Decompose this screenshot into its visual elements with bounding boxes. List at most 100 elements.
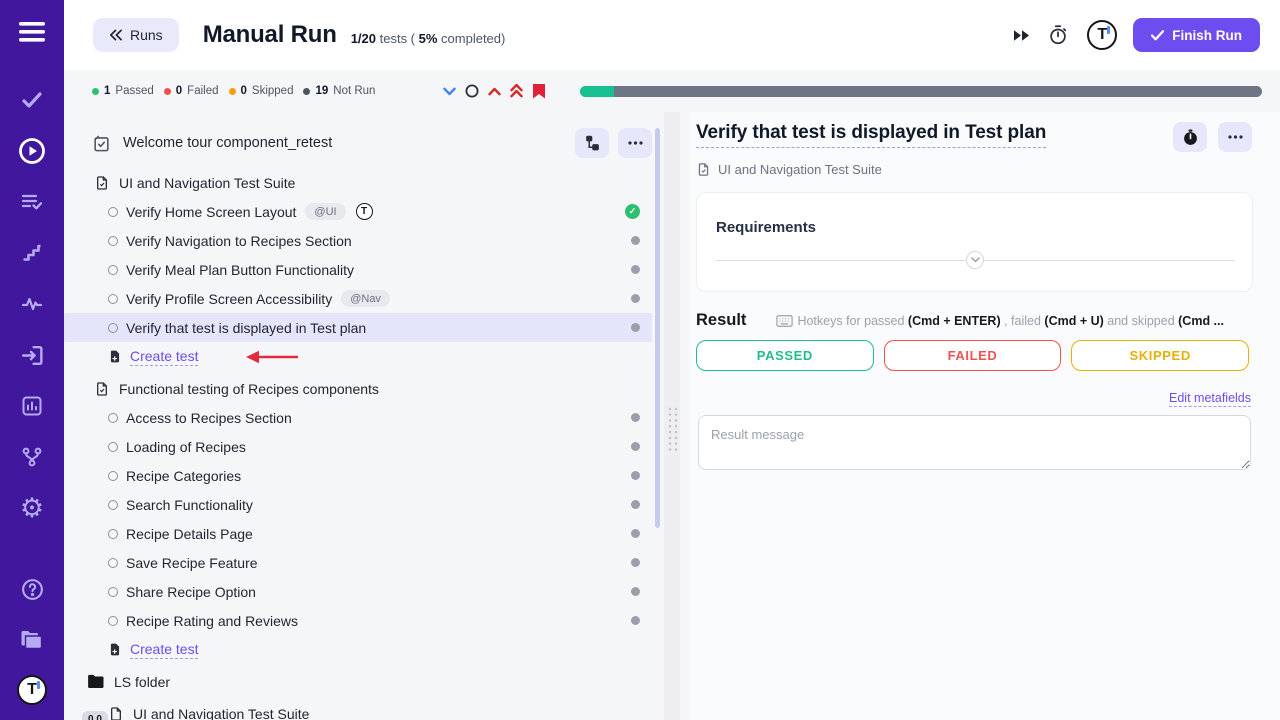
- test-bullet-icon: [108, 558, 118, 568]
- status-passed-icon: ✓: [625, 204, 640, 219]
- tree-test-row[interactable]: Search Functionality: [64, 490, 652, 519]
- red-arrow-annotation: [244, 350, 300, 364]
- tree-row-label: Save Recipe Feature: [126, 555, 258, 571]
- sidebar: ⚙ T: [0, 0, 64, 720]
- analytics-bar-chart-icon[interactable]: [12, 386, 52, 426]
- tree-test-row[interactable]: Access to Recipes Section: [64, 403, 652, 432]
- status-notrun-icon: [631, 587, 640, 596]
- tests-check-icon[interactable]: [12, 80, 52, 120]
- tree-test-row[interactable]: Verify that test is displayed in Test pl…: [64, 313, 652, 342]
- double-chevron-left-icon: [109, 29, 122, 41]
- projects-folder-icon[interactable]: [12, 620, 52, 660]
- test-bullet-icon: [108, 471, 118, 481]
- row-status: [631, 558, 640, 567]
- test-tree-panel: Welcome tour component_retest UI and Nav…: [64, 112, 662, 720]
- tree-suite-row[interactable]: Functional testing of Recipes components: [64, 374, 652, 403]
- timer-icon[interactable]: [1045, 22, 1071, 48]
- fast-forward-icon[interactable]: [1011, 27, 1031, 44]
- passed-summary: 1Passed: [92, 85, 154, 97]
- run-status-bar: 1Passed 0Failed 0Skipped 19Not Run: [64, 70, 1280, 112]
- tree-create-row[interactable]: Create test: [64, 635, 652, 664]
- tree-test-row[interactable]: Verify Home Screen Layout@UIT✓: [64, 197, 652, 226]
- tree-test-row[interactable]: Recipe Details Page: [64, 519, 652, 548]
- row-status: [631, 265, 640, 274]
- import-signin-icon[interactable]: [12, 335, 52, 375]
- circle-priority-icon[interactable]: [465, 84, 479, 98]
- status-notrun-icon: [631, 323, 640, 332]
- double-chevron-up-icon[interactable]: [510, 84, 523, 98]
- tree-suite-row[interactable]: UI and Navigation Test Suite: [64, 168, 652, 197]
- finish-run-label: Finish Run: [1172, 28, 1242, 43]
- tree-row-label: Create test: [130, 641, 198, 659]
- requirements-collapse-toggle[interactable]: [966, 251, 984, 269]
- tree-test-row[interactable]: Loading of Recipes: [64, 432, 652, 461]
- ellipsis-icon: [1228, 135, 1243, 139]
- status-notrun-icon: [631, 529, 640, 538]
- group-by-suite-button[interactable]: [575, 128, 609, 158]
- tree-row-label: Functional testing of Recipes components: [119, 381, 379, 397]
- result-message-input[interactable]: [698, 415, 1251, 470]
- row-status: [631, 323, 640, 332]
- status-notrun-icon: [631, 442, 640, 451]
- hotkeys-hint: Hotkeys for passed (Cmd + ENTER) , faile…: [776, 314, 1224, 328]
- failed-button[interactable]: FAILED: [884, 340, 1062, 371]
- tree-create-row[interactable]: Create test: [64, 342, 652, 371]
- test-bullet-icon: [108, 587, 118, 597]
- tree-folder-row[interactable]: LS folder: [64, 667, 652, 696]
- activity-pulse-icon[interactable]: [12, 284, 52, 324]
- tree-test-row[interactable]: Verify Profile Screen Accessibility @Nav: [64, 284, 652, 313]
- row-status: [631, 529, 640, 538]
- steps-icon[interactable]: [12, 233, 52, 273]
- stopwatch-button[interactable]: [1173, 122, 1207, 152]
- tree-rows: UI and Navigation Test SuiteVerify Home …: [64, 168, 652, 720]
- test-more-options-button[interactable]: [1218, 122, 1252, 152]
- branches-icon[interactable]: [12, 437, 52, 477]
- back-to-runs-button[interactable]: Runs: [93, 18, 179, 52]
- chevron-down-icon[interactable]: [443, 87, 456, 96]
- panel-resize-gutter[interactable]: [664, 112, 680, 720]
- row-status: [631, 471, 640, 480]
- app-logo[interactable]: T: [12, 670, 52, 710]
- tree-row-label: Recipe Categories: [126, 468, 241, 484]
- test-bullet-icon: [108, 323, 118, 333]
- breadcrumb-suite[interactable]: UI and Navigation Test Suite: [718, 162, 882, 177]
- skipped-button[interactable]: SKIPPED: [1071, 340, 1249, 371]
- help-icon[interactable]: [12, 569, 52, 609]
- row-status: [631, 587, 640, 596]
- keyboard-icon: [776, 315, 793, 327]
- finish-run-button[interactable]: Finish Run: [1133, 18, 1260, 52]
- tree-test-row[interactable]: Verify Meal Plan Button Functionality: [64, 255, 652, 284]
- tag-badge[interactable]: @UI: [305, 203, 345, 220]
- runs-button-label: Runs: [130, 27, 163, 43]
- test-title[interactable]: Verify that test is displayed in Test pl…: [696, 122, 1046, 148]
- tree-row-label: Verify Profile Screen Accessibility: [126, 291, 332, 307]
- edit-metafields-link[interactable]: Edit metafields: [1169, 391, 1251, 407]
- check-icon: [1151, 30, 1164, 41]
- menu-icon[interactable]: [12, 12, 52, 52]
- tree-test-row[interactable]: Share Recipe Option: [64, 577, 652, 606]
- tree-test-row[interactable]: Recipe Rating and Reviews: [64, 606, 652, 635]
- file-plus-icon: [108, 642, 122, 657]
- settings-gear-icon[interactable]: ⚙: [12, 488, 52, 528]
- tree-test-row[interactable]: Verify Navigation to Recipes Section: [64, 226, 652, 255]
- folder-icon: [87, 674, 105, 689]
- tree-suite2-row[interactable]: UI and Navigation Test Suite0.0: [64, 699, 652, 720]
- tree-row-label: Recipe Rating and Reviews: [126, 613, 298, 629]
- tag-badge[interactable]: @Nav: [341, 290, 390, 307]
- bookmark-icon[interactable]: [532, 83, 546, 99]
- test-plans-icon[interactable]: [12, 182, 52, 222]
- tree-test-row[interactable]: Recipe Categories: [64, 461, 652, 490]
- runs-play-icon[interactable]: [12, 131, 52, 171]
- status-notrun-icon: [631, 471, 640, 480]
- tree-more-options-button[interactable]: [618, 128, 652, 158]
- ellipsis-icon: [628, 141, 643, 145]
- page-title: Manual Run: [203, 21, 337, 49]
- row-status: [631, 413, 640, 422]
- file-check-icon: [94, 381, 110, 397]
- tree-scrollbar[interactable]: [655, 128, 660, 528]
- passed-button[interactable]: PASSED: [696, 340, 874, 371]
- brand-logo[interactable]: T: [1085, 18, 1119, 52]
- chevron-up-icon[interactable]: [488, 87, 501, 96]
- tree-test-row[interactable]: Save Recipe Feature: [64, 548, 652, 577]
- requirements-card: Requirements: [696, 192, 1253, 292]
